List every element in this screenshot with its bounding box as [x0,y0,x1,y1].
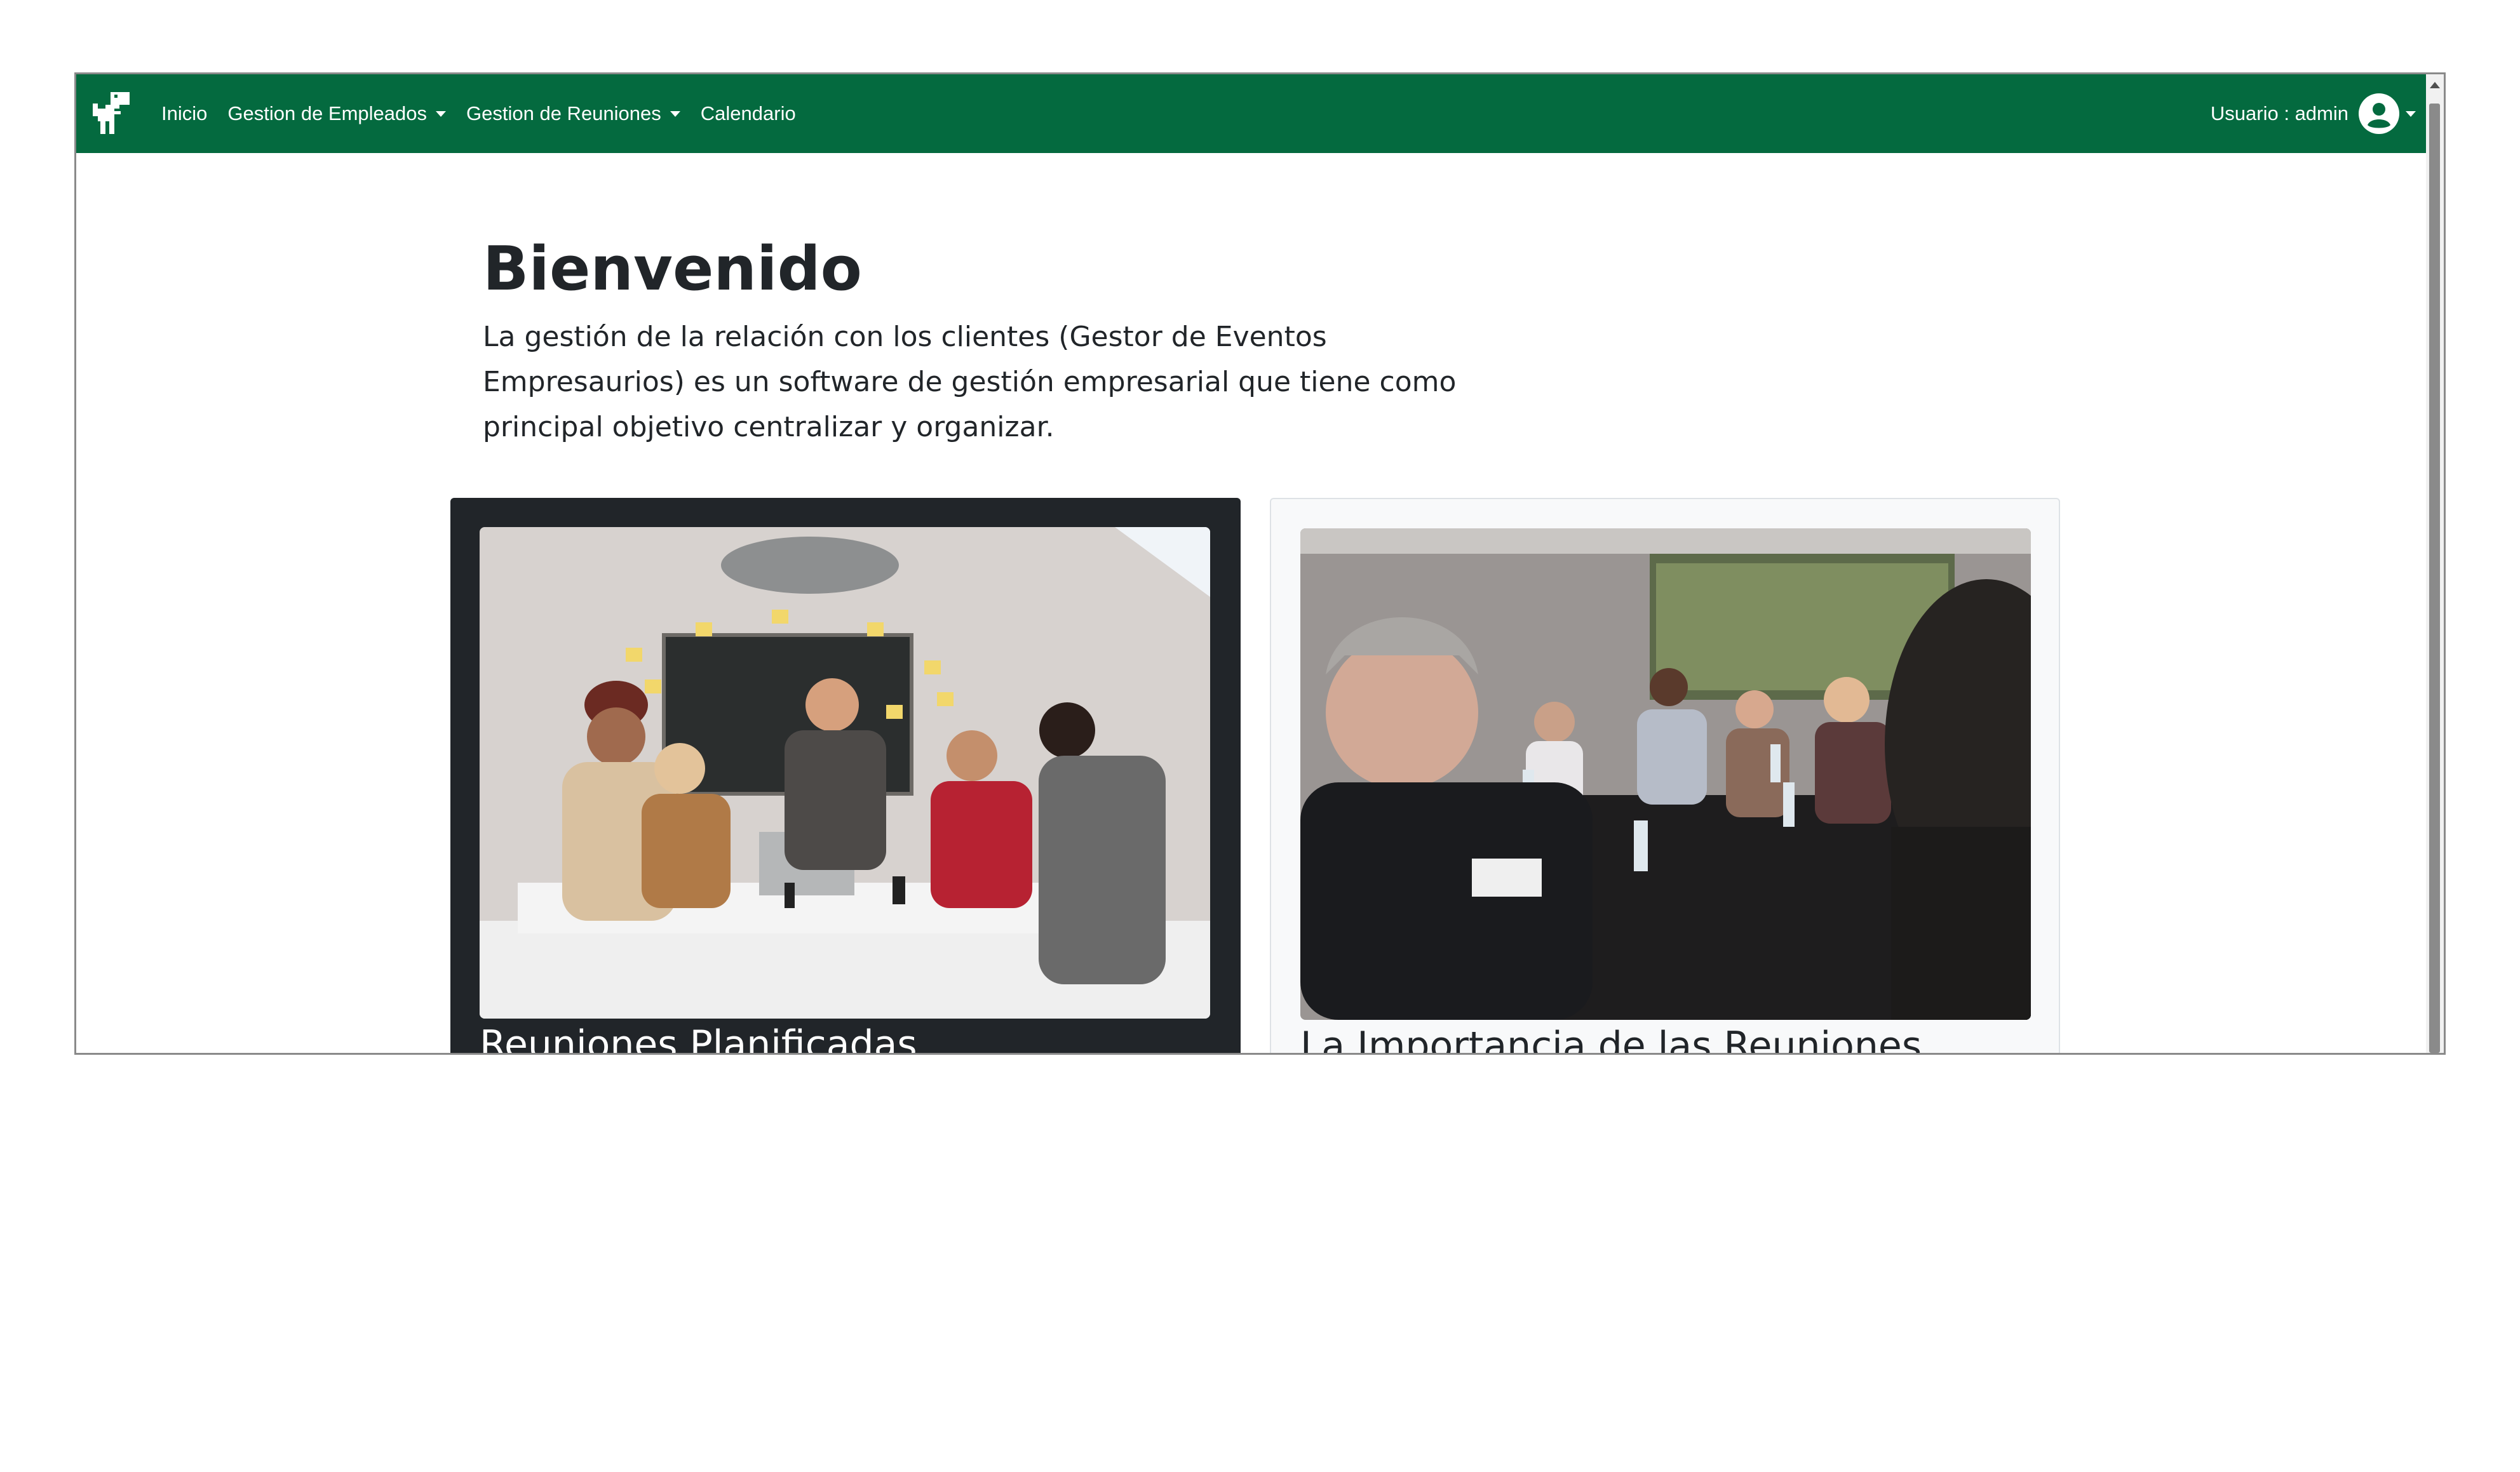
nav-gestion-reuniones-label: Gestion de Reuniones [466,102,661,124]
nav-calendario-label: Calendario [700,102,796,124]
nav-gestion-empleados-label: Gestion de Empleados [227,102,428,124]
card-title: La Importancia de las Reuniones [1300,1024,1922,1055]
scrollbar-thumb[interactable] [2429,104,2440,1053]
caret-down-icon [436,110,447,117]
caret-down-icon [2406,110,2416,117]
welcome-description: La gestión de la relación con los client… [483,321,1457,443]
vertical-scrollbar[interactable] [2426,74,2444,1053]
team-meeting-photo [480,527,1210,1019]
nav-gestion-empleados-dropdown[interactable]: Gestion de Empleados [227,102,447,125]
card-importancia-reuniones[interactable]: La Importancia de las Reuniones [1270,498,2060,1055]
top-navbar: Inicio Gestion de Empleados Gestion de R… [76,74,2430,153]
card-reuniones-planificadas[interactable]: Reuniones Planificadas [450,498,1241,1055]
nav-calendario[interactable]: Calendario [701,102,796,125]
caret-down-icon [670,110,680,117]
welcome-section: Bienvenido La gestión de la relación con… [483,233,1563,450]
user-menu-dropdown[interactable]: Usuario : admin [2211,74,2416,153]
user-circle-icon [2359,93,2399,134]
browser-viewport: Inicio Gestion de Empleados Gestion de R… [74,72,2446,1055]
nav-inicio[interactable]: Inicio [161,102,207,125]
nav-gestion-reuniones-dropdown[interactable]: Gestion de Reuniones [466,102,680,125]
user-label: Usuario : admin [2210,102,2348,124]
card-title: Reuniones Planificadas [480,1022,917,1055]
conference-room-photo [1300,528,2031,1020]
scroll-up-arrow-icon[interactable] [2426,74,2444,96]
dinosaur-logo-icon[interactable] [90,88,135,139]
page-title: Bienvenido [483,234,862,304]
nav-inicio-label: Inicio [161,102,208,124]
